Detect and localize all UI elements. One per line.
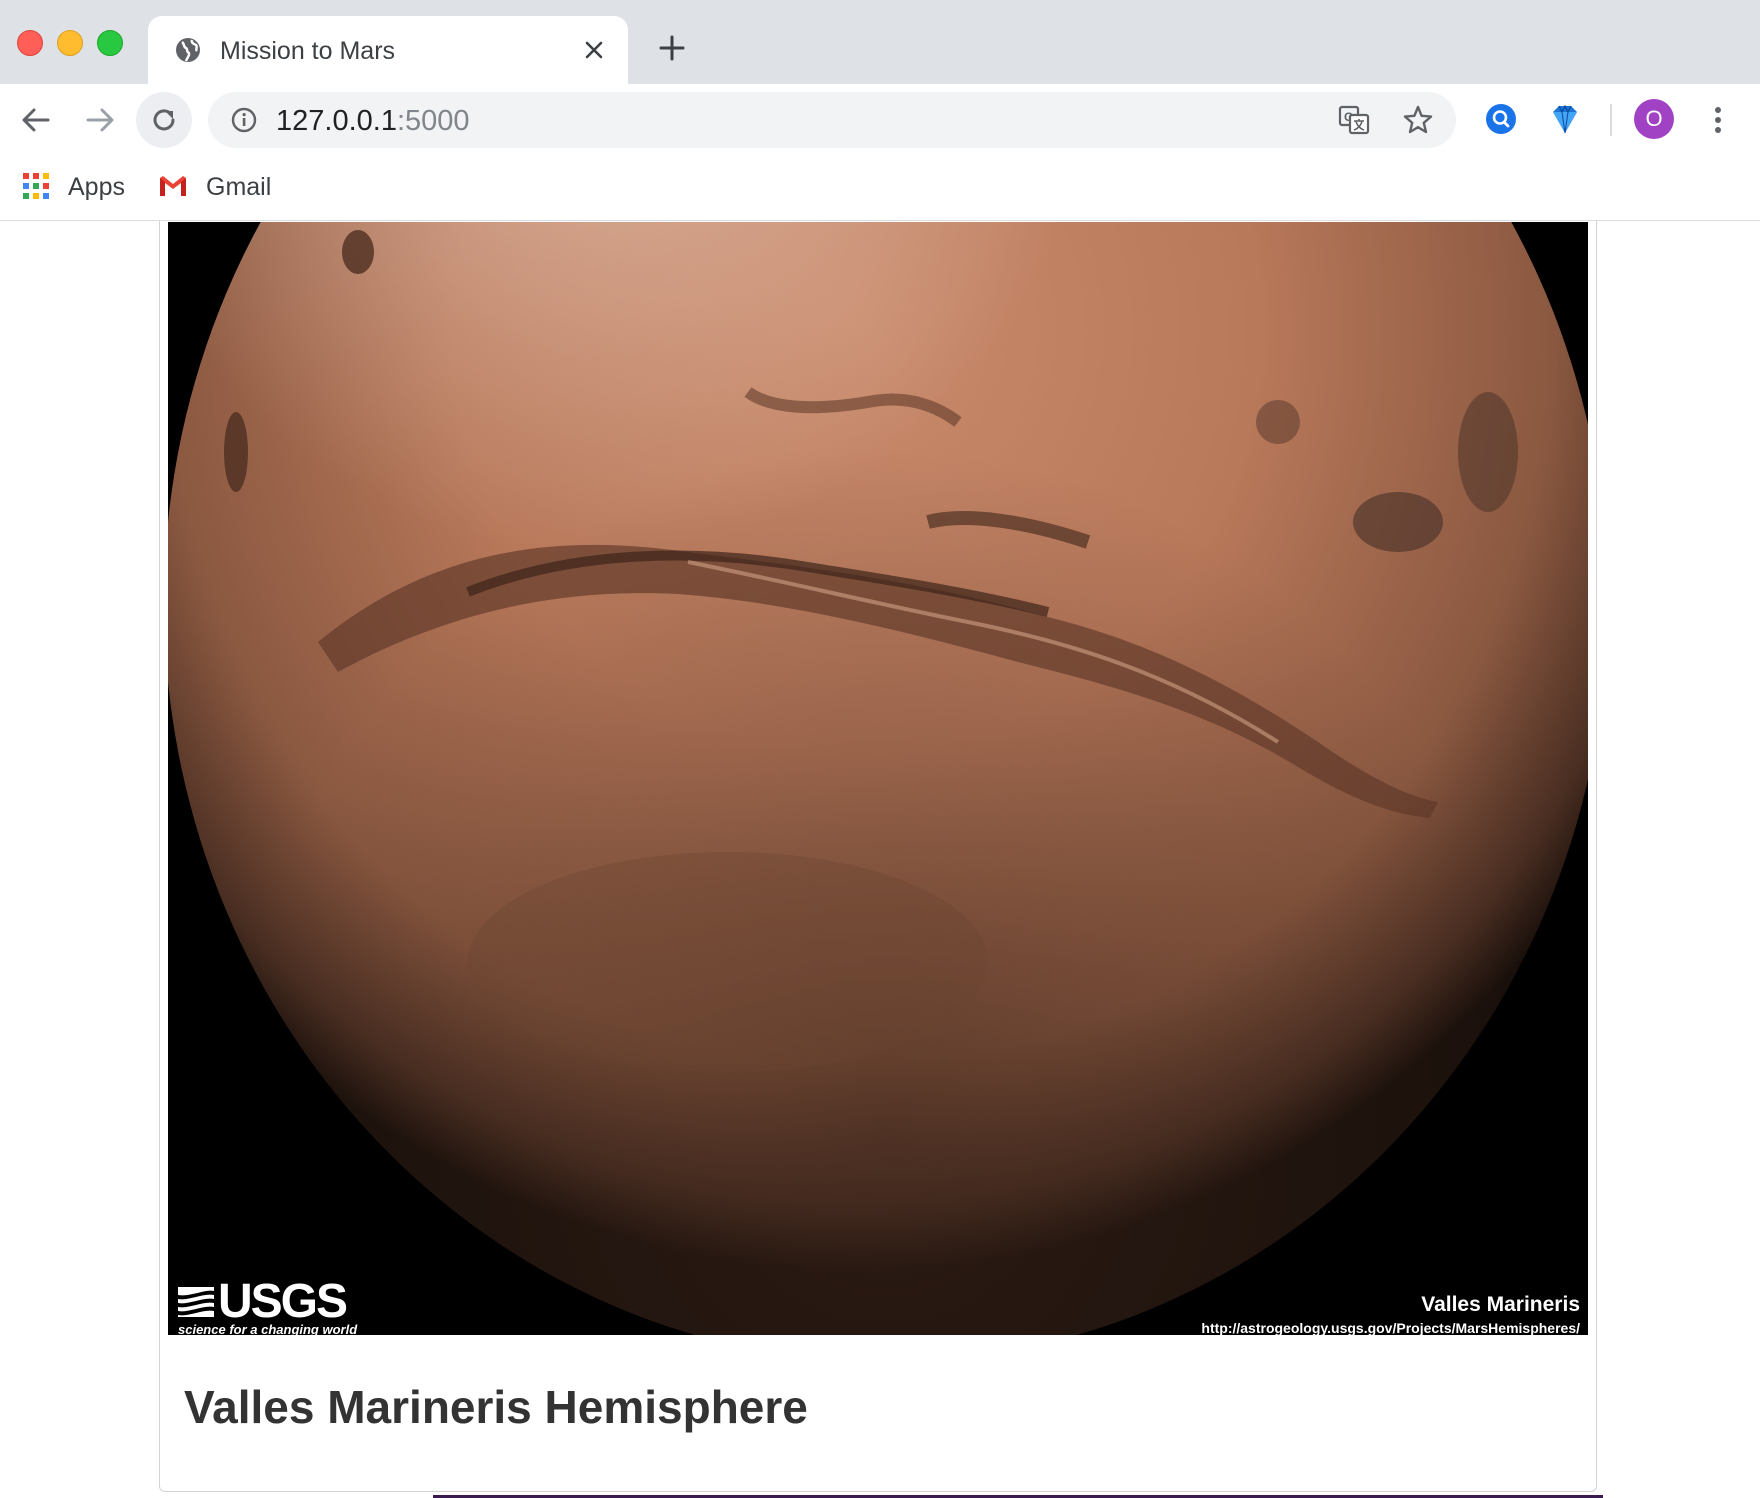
bookmark-apps-label: Apps bbox=[68, 173, 125, 201]
window-minimize-button[interactable] bbox=[57, 30, 83, 56]
url-host: 127.0.0.1 bbox=[276, 105, 397, 137]
hemisphere-card: USGS science for a changing world Valles… bbox=[159, 221, 1597, 1492]
close-icon[interactable] bbox=[582, 38, 606, 62]
tab-mission-to-mars[interactable]: Mission to Mars bbox=[148, 16, 628, 84]
new-tab-icon[interactable] bbox=[658, 34, 686, 62]
back-arrow-icon[interactable] bbox=[18, 102, 54, 138]
window-zoom-button[interactable] bbox=[97, 30, 123, 56]
tab-strip: Mission to Mars bbox=[0, 0, 1760, 84]
gmail-icon bbox=[160, 176, 186, 196]
page-viewport: USGS science for a changing world Valles… bbox=[0, 221, 1760, 1498]
mars-globe-illustration bbox=[168, 222, 1588, 1335]
bookmark-apps[interactable]: Apps bbox=[22, 170, 132, 204]
browser-toolbar: 127.0.0.1:5000 G O bbox=[0, 84, 1760, 156]
usgs-tagline: science for a changing world bbox=[178, 1322, 358, 1336]
address-bar[interactable]: 127.0.0.1:5000 G bbox=[208, 92, 1456, 148]
hemisphere-image[interactable]: USGS science for a changing world Valles… bbox=[168, 222, 1588, 1335]
forward-arrow-icon[interactable] bbox=[82, 102, 118, 138]
search-extension-icon[interactable] bbox=[1484, 102, 1518, 136]
bookmark-gmail-label: Gmail bbox=[206, 173, 272, 201]
url-text[interactable]: 127.0.0.1:5000 bbox=[276, 105, 470, 137]
hemisphere-title: Valles Marineris Hemisphere bbox=[184, 1381, 808, 1433]
usgs-logo: USGS science for a changing world bbox=[176, 1277, 357, 1335]
bookmarks-bar: Apps Gmail bbox=[0, 156, 1760, 221]
image-caption-name: Valles Marineris bbox=[1421, 1293, 1580, 1316]
window-close-button[interactable] bbox=[17, 30, 43, 56]
url-port: :5000 bbox=[396, 105, 470, 137]
translate-icon[interactable]: G bbox=[1338, 104, 1370, 136]
reload-icon bbox=[153, 109, 175, 131]
kebab-menu-icon[interactable] bbox=[1704, 104, 1732, 136]
image-caption-url: http://astrogeology.usgs.gov/Projects/Ma… bbox=[1201, 1320, 1580, 1335]
profile-avatar[interactable]: O bbox=[1634, 99, 1674, 139]
usgs-logo-text: USGS bbox=[218, 1275, 348, 1328]
apps-grid-icon bbox=[23, 173, 49, 199]
toolbar-separator bbox=[1610, 104, 1612, 136]
globe-icon bbox=[176, 38, 200, 62]
bookmark-gmail[interactable]: Gmail bbox=[158, 170, 278, 204]
bookmark-star-icon[interactable] bbox=[1402, 104, 1434, 136]
tab-title: Mission to Mars bbox=[220, 37, 396, 65]
usgs-wave-icon bbox=[178, 1287, 214, 1317]
info-icon[interactable] bbox=[230, 106, 258, 134]
reload-button[interactable] bbox=[136, 92, 192, 148]
gem-extension-icon[interactable] bbox=[1548, 102, 1582, 136]
